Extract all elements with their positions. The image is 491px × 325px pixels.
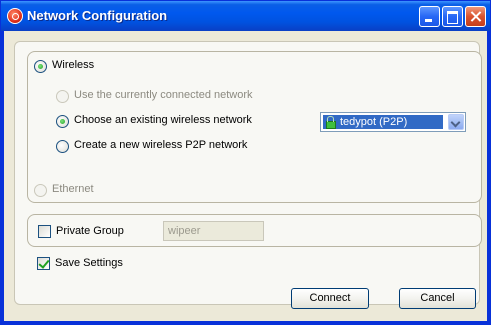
use-current-network-radio[interactable] — [56, 90, 69, 103]
close-button[interactable] — [465, 6, 486, 27]
private-group-name-input[interactable]: wipeer — [163, 221, 264, 241]
private-group-checkbox[interactable] — [38, 225, 51, 238]
cancel-button[interactable]: Cancel — [399, 288, 476, 309]
choose-existing-network-radio[interactable] — [56, 115, 69, 128]
checkmark-icon — [38, 257, 50, 269]
save-settings-label: Save Settings — [55, 257, 123, 269]
chevron-down-icon[interactable] — [448, 114, 464, 130]
network-configuration-window: Network Configuration Wireless Use the c… — [0, 0, 491, 325]
ethernet-label: Ethernet — [52, 183, 94, 195]
choose-existing-network-label: Choose an existing wireless network — [74, 114, 252, 126]
maximize-button[interactable] — [442, 6, 463, 27]
window-title: Network Configuration — [27, 8, 168, 23]
create-p2p-network-radio[interactable] — [56, 140, 69, 153]
dialog-client-area: Wireless Use the currently connected net… — [4, 31, 487, 321]
app-icon — [7, 8, 23, 24]
settings-panel: Wireless Use the currently connected net… — [14, 41, 482, 305]
connect-button[interactable]: Connect — [291, 288, 369, 309]
private-group-label: Private Group — [56, 225, 124, 237]
wireless-radio[interactable] — [34, 60, 47, 73]
minimize-button[interactable] — [419, 6, 440, 27]
use-current-network-label: Use the currently connected network — [74, 89, 253, 101]
save-settings-checkbox[interactable] — [37, 257, 50, 270]
title-bar[interactable]: Network Configuration — [1, 1, 490, 31]
wireless-label: Wireless — [52, 59, 95, 71]
create-p2p-network-label: Create a new wireless P2P network — [74, 139, 248, 151]
selected-network-name: tedypot (P2P) — [340, 116, 408, 128]
lock-icon — [326, 116, 336, 129]
selected-network: tedypot (P2P) — [323, 115, 443, 129]
ethernet-radio[interactable] — [34, 184, 47, 197]
wireless-network-select[interactable]: tedypot (P2P) — [320, 112, 466, 132]
